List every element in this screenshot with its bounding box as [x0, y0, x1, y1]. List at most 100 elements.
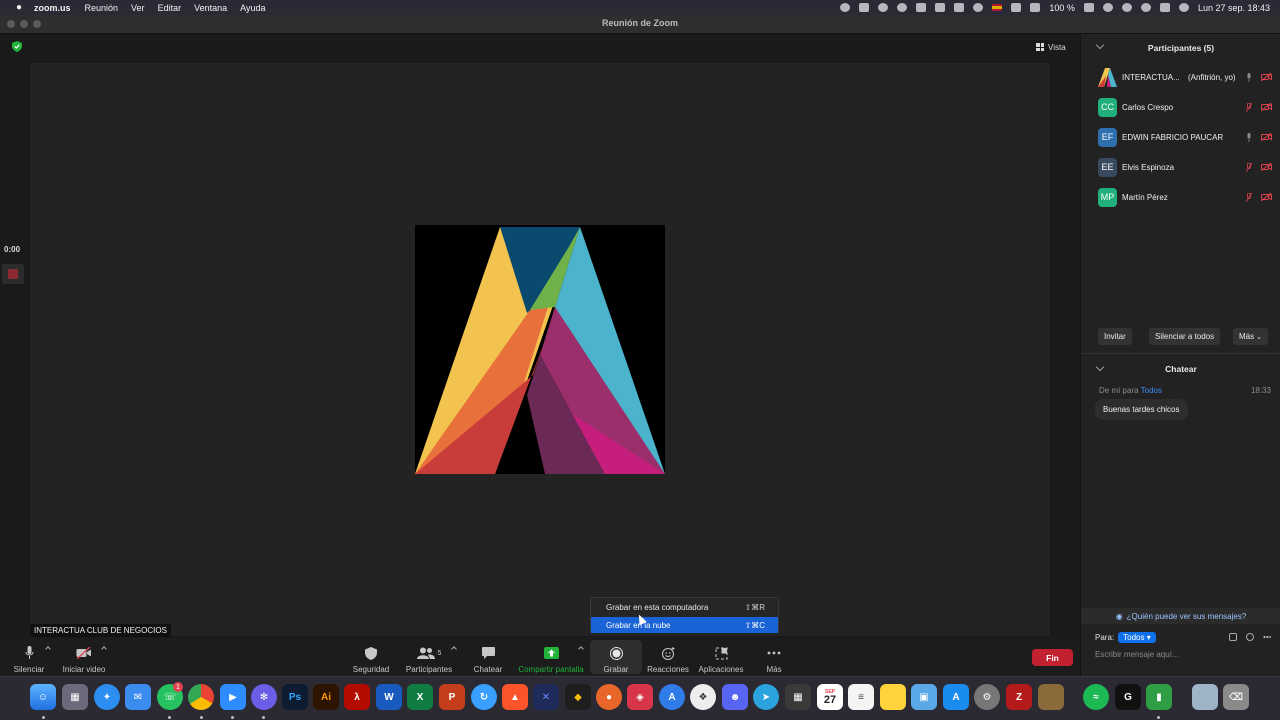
spain-flag-icon[interactable] — [992, 4, 1003, 11]
siri-icon[interactable] — [1178, 3, 1189, 12]
spotlight-search-icon[interactable] — [1140, 3, 1151, 12]
chrome-icon[interactable] — [188, 684, 214, 710]
apple-menu-icon[interactable]: ● — [12, 2, 26, 13]
app-menu-zoom[interactable]: zoom.us — [34, 3, 71, 13]
excel-icon[interactable]: X — [407, 684, 433, 710]
system-preferences-icon[interactable]: ⚙ — [974, 684, 1000, 710]
a-app-icon[interactable]: A — [659, 684, 685, 710]
chat-to[interactable]: Todos — [1141, 386, 1162, 395]
more-participants-button[interactable]: Más ⌄ — [1233, 328, 1268, 345]
apps-button[interactable]: Aplicaciones — [698, 638, 744, 676]
video-off-icon[interactable] — [1261, 103, 1272, 111]
menu-editar[interactable]: Editar — [158, 3, 182, 13]
archive-app-icon[interactable] — [1038, 684, 1064, 710]
encryption-shield-icon[interactable] — [12, 41, 22, 52]
chat-button[interactable]: Chatear — [472, 638, 504, 676]
photoshop-icon[interactable]: Ps — [282, 684, 308, 710]
aperture-app-icon[interactable]: ❖ — [690, 684, 716, 710]
illustrator-icon[interactable]: Ai — [313, 684, 339, 710]
participant-row[interactable]: EF EDWIN FABRICIO PAUCAR — [1081, 122, 1280, 152]
numbers-icon[interactable]: ▮ — [1146, 684, 1172, 710]
calculator-icon[interactable]: ▦ — [785, 684, 811, 710]
brave-icon[interactable]: ▲ — [502, 684, 528, 710]
a-status-icon[interactable] — [954, 3, 965, 12]
record-local-item[interactable]: Grabar en esta computadora ⇧⌘R — [591, 599, 778, 615]
g-status-icon[interactable] — [878, 3, 889, 12]
preview-icon[interactable]: ▣ — [911, 684, 937, 710]
safari-icon[interactable]: ✦ — [94, 684, 120, 710]
trash-icon[interactable]: ⌫ — [1223, 684, 1249, 710]
record-button[interactable]: Grabar — [596, 638, 636, 676]
app-store-icon[interactable]: A — [943, 684, 969, 710]
stop-recording-button[interactable] — [2, 264, 24, 284]
recipient-select[interactable]: Todos ▾ — [1118, 632, 1156, 643]
filezilla-icon[interactable]: Z — [1006, 684, 1032, 710]
creative-cloud-icon[interactable] — [897, 3, 908, 12]
spotify-icon[interactable]: ≈ — [1083, 684, 1109, 710]
moon-icon[interactable] — [973, 3, 984, 12]
zoom-status-icon[interactable] — [859, 3, 870, 12]
bluetooth-icon[interactable] — [1030, 3, 1041, 12]
start-video-button[interactable]: Iniciar video — [62, 638, 106, 676]
battery-icon[interactable] — [1083, 3, 1094, 12]
mic-muted-icon[interactable] — [1246, 192, 1252, 202]
mic-muted-icon[interactable] — [1246, 162, 1252, 172]
app-flower-icon[interactable]: ✻ — [251, 684, 277, 710]
binance-icon[interactable]: ◆ — [565, 684, 591, 710]
participants-button[interactable]: 5 Participantes — [404, 638, 454, 676]
powerpoint-icon[interactable]: P — [439, 684, 465, 710]
menubar-clock[interactable]: Lun 27 sep. 18:43 — [1198, 3, 1270, 13]
security-button[interactable]: Seguridad — [352, 638, 390, 676]
invite-button[interactable]: Invitar — [1098, 328, 1132, 345]
chat-message-input[interactable]: Escribir mensaje aquí... — [1095, 650, 1179, 659]
word-icon[interactable]: W — [376, 684, 402, 710]
sync-app-icon[interactable]: ↻ — [471, 684, 497, 710]
finder-icon[interactable]: ☺ — [30, 684, 56, 710]
mic-muted-icon[interactable] — [1246, 102, 1252, 112]
time-machine-icon[interactable] — [1121, 3, 1132, 12]
menu-ventana[interactable]: Ventana — [194, 3, 227, 13]
mic-icon[interactable] — [1246, 72, 1252, 82]
mute-all-button[interactable]: Silenciar a todos — [1149, 328, 1221, 345]
gear-status-icon[interactable] — [840, 3, 851, 12]
menu-ver[interactable]: Ver — [131, 3, 145, 13]
git-app-icon[interactable]: ◈ — [627, 684, 653, 710]
audio-options-chevron-icon[interactable] — [45, 646, 51, 652]
acrobat-icon[interactable]: λ — [344, 684, 370, 710]
menu-ayuda[interactable]: Ayuda — [240, 3, 265, 13]
firefox-icon[interactable]: ● — [596, 684, 622, 710]
wifi-icon[interactable] — [1102, 3, 1113, 12]
mic-icon[interactable] — [1246, 132, 1252, 142]
end-meeting-button[interactable]: Fin — [1032, 649, 1073, 666]
calendar-icon[interactable]: SEP 27 — [817, 684, 843, 710]
notes-icon[interactable] — [880, 684, 906, 710]
record-cloud-item[interactable]: Grabar en la nube ⇧⌘C — [591, 617, 778, 633]
x-app-icon[interactable]: ✕ — [533, 684, 559, 710]
reminders-icon[interactable]: ≡ — [848, 684, 874, 710]
launchpad-icon[interactable]: ▦ — [62, 684, 88, 710]
chat-message-bubble[interactable]: Buenas tardes chicos — [1095, 399, 1188, 420]
emoji-icon[interactable] — [1246, 633, 1254, 641]
video-off-icon[interactable] — [1261, 193, 1272, 201]
mail-icon[interactable]: ✉ — [125, 684, 151, 710]
view-button[interactable]: Vista — [1036, 40, 1066, 54]
keyboard-status-icon[interactable] — [935, 3, 946, 12]
menu-reunion[interactable]: Reunión — [85, 3, 119, 13]
more-dots-icon[interactable] — [1263, 636, 1271, 638]
participant-row[interactable]: CC Carlos Crespo — [1081, 92, 1280, 122]
zoom-icon[interactable]: ▶ — [220, 684, 246, 710]
g-app-icon[interactable]: G — [1115, 684, 1141, 710]
participant-row[interactable]: INTERACTUA... (Anfitrión, yo) — [1081, 62, 1280, 92]
control-status-icon[interactable] — [1011, 3, 1022, 12]
video-off-icon[interactable] — [1261, 73, 1272, 81]
participant-row[interactable]: EE Elvis Espinoza — [1081, 152, 1280, 182]
more-button[interactable]: Más — [760, 638, 788, 676]
screen-status-icon[interactable] — [916, 3, 927, 12]
participant-row[interactable]: MP Martín Pérez — [1081, 182, 1280, 212]
telegram-icon[interactable]: ➤ — [753, 684, 779, 710]
video-off-icon[interactable] — [1261, 163, 1272, 171]
reactions-button[interactable]: Reacciones — [646, 638, 690, 676]
file-icon[interactable] — [1229, 633, 1237, 641]
share-screen-button[interactable]: Compartir pantalla — [516, 638, 586, 676]
who-can-see-banner[interactable]: ◉ ¿Quién puede ver sus mensajes? — [1081, 608, 1280, 624]
